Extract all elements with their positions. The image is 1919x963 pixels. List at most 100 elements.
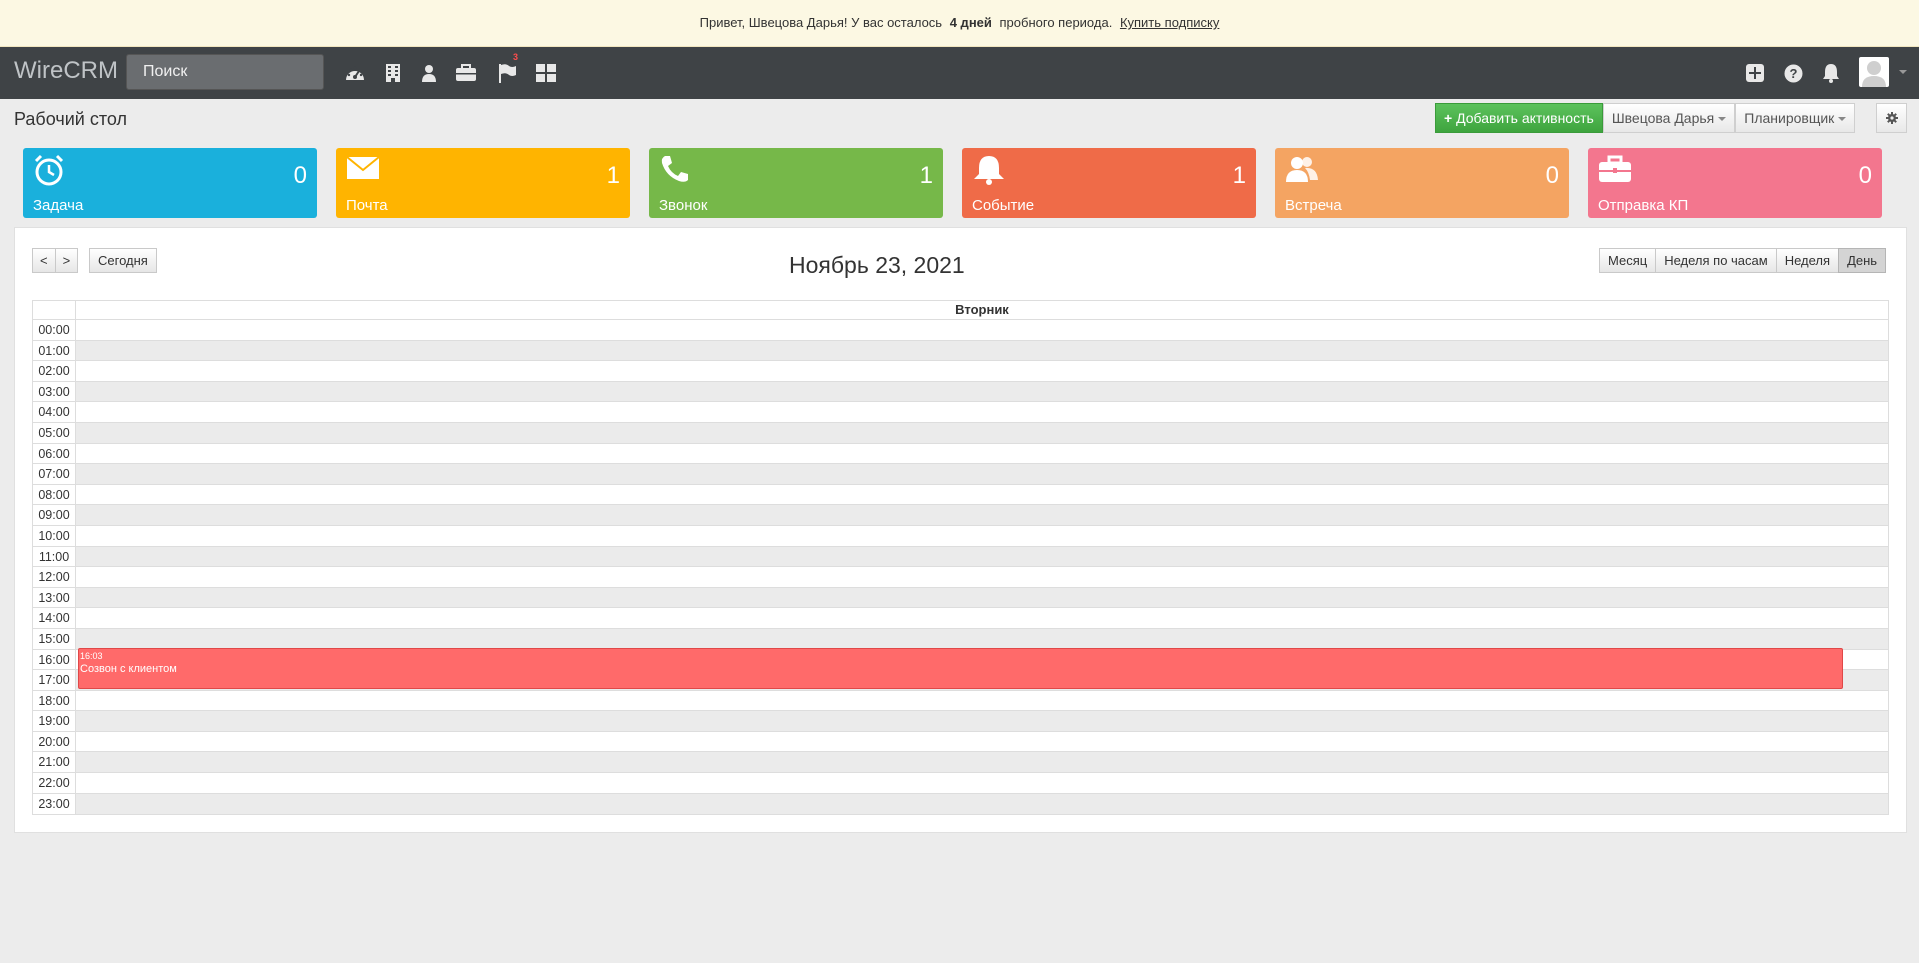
calendar-event[interactable]: 16:03 Созвон с клиентом (78, 648, 1843, 689)
hour-row[interactable]: 20:00 (33, 731, 1888, 753)
hour-slot[interactable] (76, 320, 1888, 340)
hour-slot[interactable] (76, 628, 1888, 649)
hour-slot[interactable] (76, 422, 1888, 443)
hour-slot[interactable] (76, 340, 1888, 361)
hour-row[interactable]: 02:00 (33, 361, 1888, 382)
people-icon (1285, 154, 1319, 187)
phone-icon (659, 154, 691, 187)
briefcase-icon (1598, 154, 1632, 187)
tile-label: Встреча (1285, 197, 1342, 214)
hour-slot[interactable] (76, 608, 1888, 628)
trial-text: Привет, Швецова Дарья! У вас осталось (699, 15, 943, 30)
add-activity-button[interactable]: + Добавить активность (1435, 103, 1603, 133)
hour-slot[interactable] (76, 444, 1888, 464)
view-day-button[interactable]: День (1838, 248, 1887, 273)
hour-row[interactable]: 14:00 (33, 608, 1888, 629)
hour-row[interactable]: 19:00 (33, 711, 1888, 732)
bell-icon[interactable] (1818, 60, 1844, 86)
hour-label: 10:00 (33, 525, 76, 546)
search-input[interactable]: Поиск (126, 54, 324, 90)
hour-slot[interactable] (76, 381, 1888, 402)
hour-row[interactable]: 00:00 (33, 320, 1888, 341)
hour-slot[interactable] (76, 691, 1888, 711)
hour-slot[interactable] (76, 732, 1888, 752)
hour-slot[interactable] (76, 587, 1888, 608)
settings-button[interactable] (1876, 103, 1907, 133)
view-month-button[interactable]: Месяц (1599, 248, 1657, 273)
today-button[interactable]: Сегодня (89, 248, 157, 273)
hour-label: 12:00 (33, 567, 76, 587)
hour-row[interactable]: 09:00 (33, 505, 1888, 526)
buy-subscription-link[interactable]: Купить подписку (1120, 15, 1219, 30)
hour-row[interactable]: 13:00 (33, 587, 1888, 609)
prev-button[interactable]: < (32, 248, 56, 273)
hour-slot[interactable] (76, 361, 1888, 381)
hour-row[interactable]: 18:00 (33, 690, 1888, 712)
plus-square-icon[interactable] (1742, 60, 1768, 86)
hour-slot[interactable] (76, 773, 1888, 793)
hour-label: 08:00 (33, 484, 76, 505)
tile-call[interactable]: 1 Звонок (649, 148, 943, 218)
hour-slot[interactable] (76, 464, 1888, 484)
hour-row[interactable]: 03:00 (33, 381, 1888, 403)
hour-slot[interactable] (76, 711, 1888, 731)
briefcase-icon[interactable] (453, 60, 479, 86)
hour-label: 11:00 (33, 546, 76, 567)
building-icon[interactable] (380, 60, 406, 86)
hour-label: 02:00 (33, 361, 76, 381)
calendar-view-switch: Месяц Неделя по часам Неделя День (1599, 248, 1887, 273)
hour-row[interactable]: 12:00 (33, 567, 1888, 588)
hour-label: 23:00 (33, 793, 76, 815)
user-filter-dropdown[interactable]: Швецова Дарья (1602, 103, 1736, 133)
hour-row[interactable]: 21:00 (33, 752, 1888, 774)
hour-rows: 00:00 01:00 02:00 03:00 04:00 05:00 06:00 07:00… (33, 320, 1888, 815)
user-menu-caret[interactable] (1899, 70, 1907, 74)
tile-event[interactable]: 1 Событие (962, 148, 1256, 218)
trial-days: 4 дней (949, 15, 992, 30)
tile-count: 1 (606, 162, 620, 189)
brand-logo[interactable]: WireCRM (14, 57, 118, 85)
hour-row[interactable]: 23:00 (33, 793, 1888, 815)
view-week-hours-button[interactable]: Неделя по часам (1655, 248, 1777, 273)
grid-icon[interactable] (533, 60, 559, 86)
hour-row[interactable]: 04:00 (33, 402, 1888, 423)
hour-row[interactable]: 15:00 (33, 628, 1888, 650)
tile-task[interactable]: 0 Задача (23, 148, 317, 218)
hour-row[interactable]: 07:00 (33, 464, 1888, 485)
avatar[interactable] (1859, 57, 1889, 87)
hour-slot[interactable] (76, 793, 1888, 815)
hour-slot[interactable] (76, 567, 1888, 587)
hour-label: 15:00 (33, 628, 76, 649)
hour-row[interactable]: 01:00 (33, 340, 1888, 362)
hour-row[interactable]: 06:00 (33, 443, 1888, 465)
next-button[interactable]: > (54, 248, 79, 273)
tile-mail[interactable]: 1 Почта (336, 148, 630, 218)
hour-row[interactable]: 11:00 (33, 546, 1888, 568)
hour-row[interactable]: 05:00 (33, 422, 1888, 444)
hour-slot[interactable] (76, 402, 1888, 422)
hour-row[interactable]: 08:00 (33, 484, 1888, 506)
header-actions: + Добавить активность Швецова Дарья План… (1435, 103, 1856, 133)
tile-offer[interactable]: 0 Отправка КП (1588, 148, 1882, 218)
flag-icon[interactable]: 3 (494, 52, 520, 86)
grid-gutter (33, 301, 76, 319)
question-icon[interactable]: ? (1780, 60, 1806, 86)
hour-slot[interactable] (76, 526, 1888, 546)
hour-row[interactable]: 22:00 (33, 773, 1888, 794)
view-week-button[interactable]: Неделя (1775, 248, 1840, 273)
hour-row[interactable]: 10:00 (33, 525, 1888, 547)
day-grid: Вторник 00:00 01:00 02:00 03:00 04:00 05:00 06… (32, 300, 1889, 816)
tile-label: Звонок (659, 197, 708, 214)
tile-label: Задача (33, 197, 84, 214)
hour-slot[interactable] (76, 485, 1888, 505)
user-icon[interactable] (416, 60, 442, 86)
hour-slot[interactable] (76, 752, 1888, 773)
tile-meeting[interactable]: 0 Встреча (1275, 148, 1569, 218)
hour-slot[interactable] (76, 505, 1888, 525)
envelope-icon (346, 154, 380, 185)
view-mode-dropdown[interactable]: Планировщик (1735, 103, 1856, 133)
trial-suffix: пробного периода. (999, 15, 1113, 30)
flag-badge: 3 (512, 52, 518, 62)
dashboard-icon[interactable] (342, 60, 368, 86)
hour-slot[interactable] (76, 546, 1888, 567)
